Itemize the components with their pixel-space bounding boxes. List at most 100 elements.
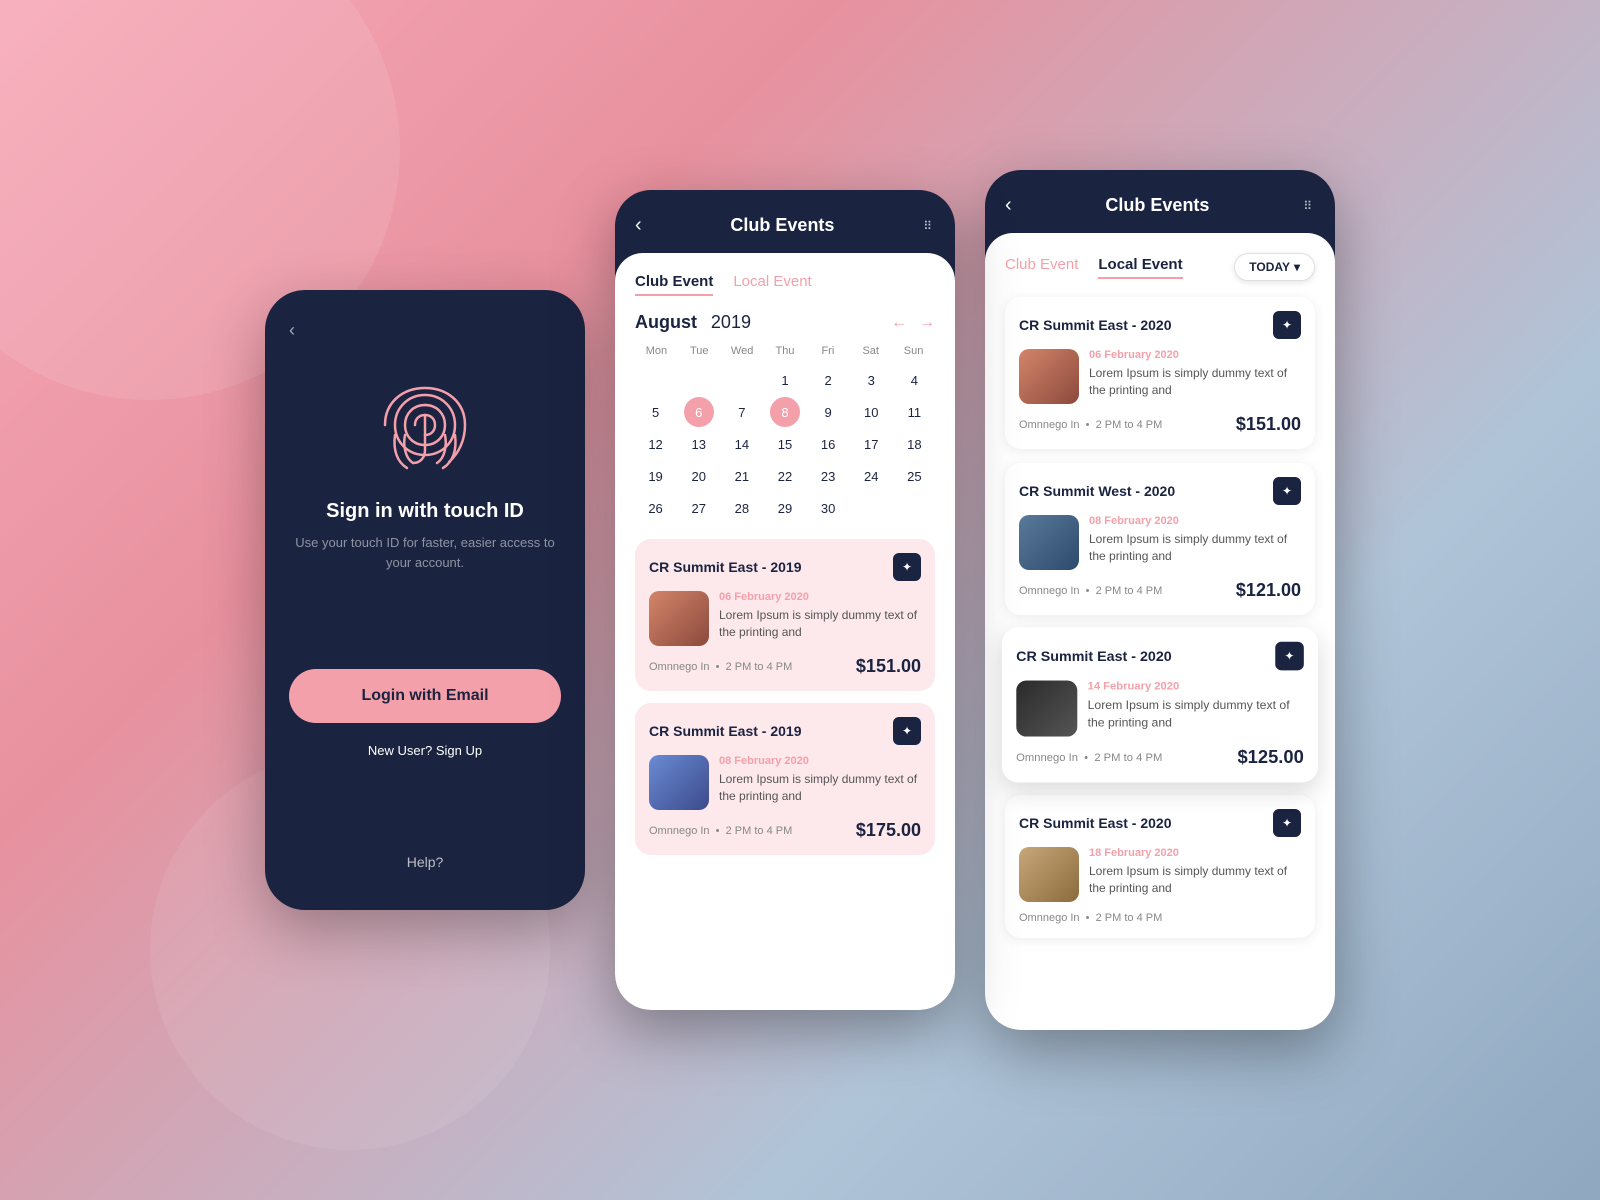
calendar-date[interactable]: 15 (770, 429, 800, 459)
calendar-date[interactable]: 2 (813, 365, 843, 395)
event-card-1: CR Summit East - 2019 ✦ 06 February 2020… (635, 539, 935, 691)
event-list-price-1: $151.00 (1236, 414, 1301, 435)
calendar-date[interactable]: 1 (770, 365, 800, 395)
calendar-date[interactable]: 24 (856, 461, 886, 491)
calendar-date[interactable]: 5 (641, 397, 671, 427)
calendar-grid: Mon Tue Wed Thu Fri Sat Sun 123456789101… (635, 345, 935, 523)
event-info-2: 08 February 2020 Lorem Ipsum is simply d… (719, 755, 921, 810)
event-date-1: 06 February 2020 (719, 591, 921, 603)
calendar-month-header: August 2019 ← → (635, 312, 935, 333)
event-list-img-2 (1019, 515, 1079, 570)
calendar-date[interactable]: 11 (899, 397, 929, 427)
login-email-button[interactable]: Login with Email (289, 669, 561, 723)
events-content: Club Event Local Event TODAY ▾ CR Summit… (985, 233, 1335, 1030)
signup-link[interactable]: New User? Sign Up (368, 743, 482, 758)
event-desc-2: Lorem Ipsum is simply dummy text of the … (719, 771, 921, 805)
calendar-back-button[interactable]: ‹ (635, 214, 642, 237)
calendar-month-label: August (635, 312, 697, 332)
calendar-date[interactable]: 8 (770, 397, 800, 427)
event-location-1: Omnnego In • 2 PM to 4 PM (649, 661, 792, 673)
calendar-nav: ← → (891, 314, 935, 332)
next-month-button[interactable]: → (919, 314, 935, 332)
calendar-date[interactable]: 23 (813, 461, 843, 491)
event-location-2: Omnnego In • 2 PM to 4 PM (649, 825, 792, 837)
calendar-date[interactable]: 4 (899, 365, 929, 395)
calendar-date[interactable]: 27 (684, 493, 714, 523)
calendar-date[interactable]: 26 (641, 493, 671, 523)
event-card-2: CR Summit East - 2019 ✦ 08 February 2020… (635, 703, 935, 855)
events-tab-club[interactable]: Club Event (1005, 256, 1078, 279)
event-badge-2: ✦ (893, 717, 921, 745)
event-list-3-body: 14 February 2020 Lorem Ipsum is simply d… (1016, 681, 1304, 737)
calendar-date[interactable]: 10 (856, 397, 886, 427)
event-list-item-4: CR Summit East - 2020 ✦ 18 February 2020… (1005, 795, 1315, 938)
calendar-date[interactable]: 6 (684, 397, 714, 427)
event-list-footer-3: Omnnego In • 2 PM to 4 PM $125.00 (1016, 747, 1304, 768)
events-tab-local[interactable]: Local Event (1098, 256, 1182, 279)
fingerprint-area: Sign in with touch ID Use your touch ID … (289, 380, 561, 572)
calendar-date[interactable]: 9 (813, 397, 843, 427)
calendar-date[interactable]: 3 (856, 365, 886, 395)
calendar-date[interactable]: 16 (813, 429, 843, 459)
screen-login: ‹ Sign in with touch ID Use your touch I… (265, 290, 585, 910)
calendar-month-year: August 2019 (635, 312, 751, 333)
login-title: Sign in with touch ID (326, 500, 524, 523)
event-list-price-3: $125.00 (1237, 747, 1303, 768)
event-list-img-3 (1016, 681, 1077, 737)
calendar-days-header: Mon Tue Wed Thu Fri Sat Sun (635, 345, 935, 357)
calendar-date[interactable]: 20 (684, 461, 714, 491)
event-list-footer-1: Omnnego In • 2 PM to 4 PM $151.00 (1019, 414, 1301, 435)
event-list-loc-3: Omnnego In • 2 PM to 4 PM (1016, 751, 1162, 763)
events-dots-icon[interactable]: ⠿ (1303, 199, 1315, 213)
calendar-date[interactable]: 19 (641, 461, 671, 491)
event-list-desc-1: Lorem Ipsum is simply dummy text of the … (1089, 365, 1301, 399)
calendar-dates: 1234567891011121314151617181920212223242… (635, 365, 935, 523)
event-list-img-1 (1019, 349, 1079, 404)
events-back-button[interactable]: ‹ (1005, 194, 1012, 217)
calendar-date[interactable]: 14 (727, 429, 757, 459)
event-card-1-body: 06 February 2020 Lorem Ipsum is simply d… (649, 591, 921, 646)
calendar-year-value: 2019 (711, 312, 751, 332)
calendar-date[interactable]: 21 (727, 461, 757, 491)
event-card-1-title: CR Summit East - 2019 (649, 559, 802, 575)
calendar-date[interactable]: 7 (727, 397, 757, 427)
event-list-desc-3: Lorem Ipsum is simply dummy text of the … (1088, 697, 1304, 731)
event-price-1: $151.00 (856, 656, 921, 677)
event-date-2: 08 February 2020 (719, 755, 921, 767)
calendar-date[interactable]: 12 (641, 429, 671, 459)
calendar-event-cards: CR Summit East - 2019 ✦ 06 February 2020… (635, 539, 935, 855)
events-header: ‹ Club Events ⠿ (985, 170, 1335, 233)
calendar-date[interactable]: 18 (899, 429, 929, 459)
calendar-date[interactable]: 29 (770, 493, 800, 523)
event-footer-2: Omnnego In • 2 PM to 4 PM $175.00 (649, 820, 921, 841)
event-list-info-1: 06 February 2020 Lorem Ipsum is simply d… (1089, 349, 1301, 404)
event-list-date-2: 08 February 2020 (1089, 515, 1301, 527)
events-tabs-group: Club Event Local Event (1005, 256, 1183, 279)
event-list-badge-3: ✦ (1275, 642, 1304, 671)
event-list-4-header: CR Summit East - 2020 ✦ (1019, 809, 1301, 837)
calendar-date[interactable]: 25 (899, 461, 929, 491)
fingerprint-icon (375, 380, 475, 480)
event-card-2-body: 08 February 2020 Lorem Ipsum is simply d… (649, 755, 921, 810)
calendar-date (727, 365, 757, 395)
event-list-1-header: CR Summit East - 2020 ✦ (1019, 311, 1301, 339)
calendar-date[interactable]: 28 (727, 493, 757, 523)
tab-club-event[interactable]: Club Event (635, 273, 713, 296)
event-list-date-4: 18 February 2020 (1089, 847, 1301, 859)
event-card-1-header: CR Summit East - 2019 ✦ (649, 553, 921, 581)
prev-month-button[interactable]: ← (891, 314, 907, 332)
event-list-info-4: 18 February 2020 Lorem Ipsum is simply d… (1089, 847, 1301, 902)
event-list-desc-4: Lorem Ipsum is simply dummy text of the … (1089, 863, 1301, 897)
tab-local-event[interactable]: Local Event (733, 273, 811, 296)
calendar-date[interactable]: 30 (813, 493, 843, 523)
event-list-item-3: CR Summit East - 2020 ✦ 14 February 2020… (1002, 627, 1318, 782)
calendar-date[interactable]: 17 (856, 429, 886, 459)
calendar-date[interactable]: 22 (770, 461, 800, 491)
back-button[interactable]: ‹ (289, 320, 295, 341)
help-link[interactable]: Help? (407, 854, 444, 870)
event-list-info-2: 08 February 2020 Lorem Ipsum is simply d… (1089, 515, 1301, 570)
today-filter-button[interactable]: TODAY ▾ (1234, 253, 1315, 281)
calendar-date[interactable]: 13 (684, 429, 714, 459)
calendar-dots-icon[interactable]: ⠿ (923, 219, 935, 233)
event-list-desc-2: Lorem Ipsum is simply dummy text of the … (1089, 531, 1301, 565)
